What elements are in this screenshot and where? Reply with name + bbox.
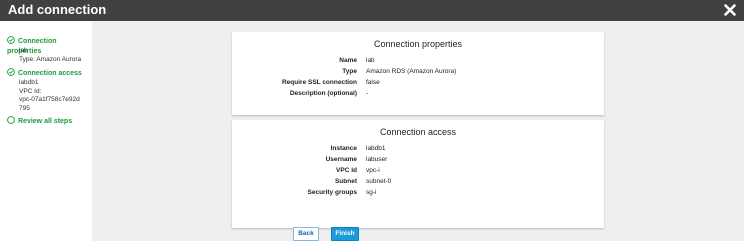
dialog-header: Add connection <box>0 0 744 21</box>
access-key: Subnet <box>334 178 357 185</box>
steps-sidebar: Connection properties lab Type: Amazon A… <box>0 21 92 241</box>
property-value: - <box>366 90 369 97</box>
access-key: Instance <box>330 145 357 152</box>
check-circle-icon <box>7 68 15 76</box>
step-detail: labdb1 <box>19 79 39 86</box>
step-detail: 795 <box>19 104 30 112</box>
property-key: Name <box>339 57 357 64</box>
step-detail: vpc-07a1f758c7e92d <box>19 96 80 103</box>
property-value: lab <box>366 57 375 64</box>
close-icon[interactable] <box>722 2 738 18</box>
circle-icon <box>7 116 15 124</box>
step-label: Review all steps <box>18 118 73 125</box>
step-connection-access[interactable]: Connection access <box>7 68 82 79</box>
connection-access-card: Connection access Instance labdb1 Userna… <box>232 120 604 228</box>
card-title: Connection access <box>379 127 457 137</box>
property-key: Description (optional) <box>289 90 357 97</box>
access-value: subnet-0 <box>366 178 392 185</box>
step-detail: lab <box>19 47 28 54</box>
property-key: Type <box>342 68 357 75</box>
finish-button[interactable]: Finish <box>331 227 359 241</box>
connection-properties-card: Connection properties Name lab Type Amaz… <box>232 32 604 115</box>
review-panel: Connection properties Name lab Type Amaz… <box>92 21 744 241</box>
access-key: Username <box>325 156 357 163</box>
check-circle-icon <box>7 36 15 44</box>
access-value: vpc-i <box>366 167 380 174</box>
step-detail: Type: Amazon Aurora <box>19 56 82 63</box>
step-detail: VPC Id: <box>19 87 42 95</box>
access-value: labdb1 <box>366 145 386 152</box>
card-title: Connection properties <box>373 39 463 49</box>
access-value: sg-i <box>366 189 377 196</box>
step-review-all-steps[interactable]: Review all steps <box>7 116 72 127</box>
back-button[interactable]: Back <box>293 227 319 241</box>
access-value: labuser <box>366 156 388 163</box>
dialog-title: Add connection <box>8 2 107 17</box>
step-label: Connection access <box>18 70 82 77</box>
property-value: false <box>366 79 380 86</box>
property-value: Amazon RDS (Amazon Aurora) <box>366 68 457 75</box>
property-key: Require SSL connection <box>281 79 357 86</box>
access-key: VPC Id <box>336 167 357 174</box>
access-key: Security groups <box>307 189 357 196</box>
